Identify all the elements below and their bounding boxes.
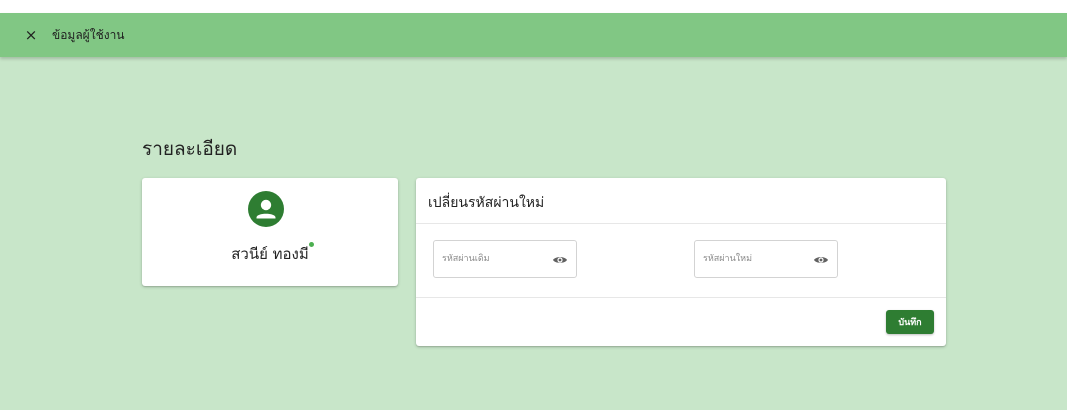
save-button[interactable]: บันทึก [886, 310, 934, 334]
person-icon [248, 191, 284, 227]
profile-card: สวนีย์ ทองมี [142, 178, 398, 286]
eye-icon[interactable] [813, 252, 829, 268]
new-password-input[interactable] [703, 249, 803, 269]
online-status-dot [309, 242, 314, 247]
card-divider [416, 297, 946, 298]
old-password-field [433, 240, 577, 278]
old-password-input[interactable] [442, 249, 542, 269]
page-title: รายละเอียด [142, 138, 238, 160]
dialog-toolbar: × ข้อมูลผู้ใช้งาน [0, 13, 1067, 57]
card-divider [416, 223, 946, 224]
profile-name: สวนีย์ ทองมี [231, 245, 309, 263]
change-password-card: เปลี่ยนรหัสผ่านใหม่ บันทึก [416, 178, 946, 346]
change-password-title: เปลี่ยนรหัสผ่านใหม่ [428, 195, 545, 211]
close-icon[interactable]: × [22, 26, 40, 44]
dialog-title: ข้อมูลผู้ใช้งาน [52, 28, 125, 42]
eye-icon[interactable] [552, 252, 568, 268]
new-password-field [694, 240, 838, 278]
